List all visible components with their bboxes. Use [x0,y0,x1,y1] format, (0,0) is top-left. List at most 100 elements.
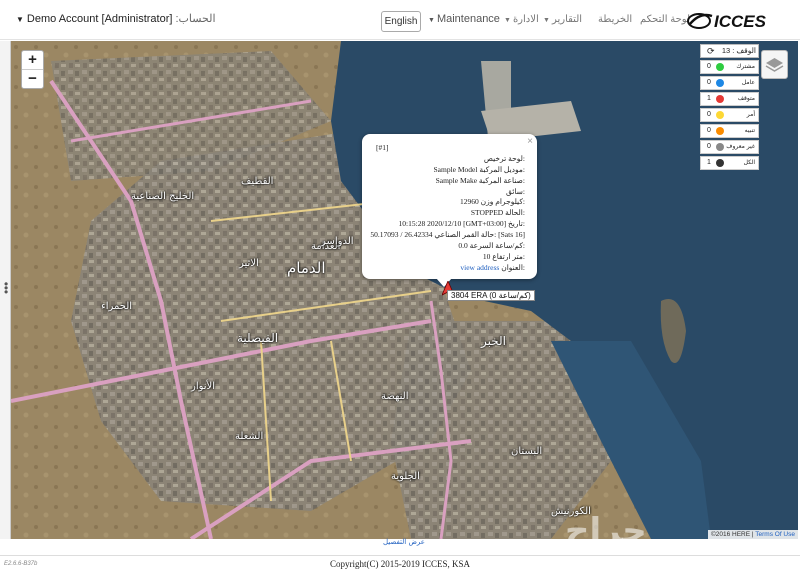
menu-reports[interactable]: ▼ التقارير [543,14,582,25]
popup-gps-label: حالة القمر الصناعي: [434,230,497,239]
status-count: 0 [707,111,711,118]
status-count: 0 [707,127,711,134]
status-row-working[interactable]: 0 عامل [700,76,759,90]
popup-altitude: 10 متر ارتفاع: [483,252,525,261]
satellite-map-background [11,41,798,539]
caret-down-icon: ▼ [428,17,435,24]
status-dot-icon [716,143,724,151]
place-label-nahda: النهضة [381,391,409,402]
status-row-alert[interactable]: 0 تنبيه [700,124,759,138]
status-label: غير معروف [726,143,755,150]
popup-make-value: Sample Make [435,176,478,185]
status-row-online[interactable]: 0 مشترك [700,60,759,74]
caret-down-icon: ▼ [16,15,24,24]
popup-sats: [Sats 16] [498,230,525,239]
popup-vehicle-id: [#1] [376,143,389,152]
place-label-khaleej: الخليج الصناعية [131,191,195,202]
status-row-stopped[interactable]: 1 متوقف [700,92,759,106]
footer-copyright: Copyright(C) 2015-2019 ICCES, KSA [329,559,470,569]
place-label-bustan: البستان [511,446,543,457]
menu-maintenance-label: Maintenance [436,13,500,25]
status-dot-icon [716,127,724,135]
popup-status-label: الحالة: [505,208,525,217]
menu-reports-label: التقارير [551,14,583,25]
popup-driver: سائق: [505,187,525,196]
status-total: الوقف : 13 [721,46,756,55]
popup-address-label: العنوان: [501,263,525,272]
place-label-dammam: الدمام [287,259,326,277]
status-row-all[interactable]: 1 الكل [700,156,759,170]
status-row-unknown[interactable]: 0 غير معروف [700,140,759,154]
popup-date-value: 10:15:28 2020/12/10 [GMT+03:00] [398,219,507,228]
popup-model-value: Sample Model [433,165,478,174]
details-link[interactable]: عرض التفصيل [383,538,425,546]
place-label-jalawiyah: الجلوية [391,471,420,482]
popup-coords: 50.17093 / 26.42334 [370,230,433,239]
haraj-watermark: حراج [565,511,649,551]
status-count: 1 [707,95,711,102]
close-icon[interactable]: × [527,136,533,147]
globe-icon [716,159,724,167]
status-panel-header: ⟳ الوقف : 13 [700,44,759,58]
language-button[interactable]: English [381,11,421,32]
status-row-command[interactable]: 0 أمر [700,108,759,122]
refresh-icon[interactable]: ⟳ [707,45,715,57]
status-dot-icon [716,111,724,119]
status-count: 1 [707,159,711,166]
popup-status-value: STOPPED [470,208,504,217]
status-dot-icon [716,63,724,71]
place-label-ramadan: الاثير [239,258,259,269]
zoom-out-button[interactable]: − [22,69,43,88]
terms-of-use-link[interactable]: Terms Of Use [755,531,795,538]
footer-divider [0,555,800,556]
popup-status: STOPPED الحالة: [471,208,525,217]
logo-text: ICCES [714,12,767,31]
menu-dashboard[interactable]: لوحة التحكم [640,14,690,25]
popup-date-label: تاريخ: [507,219,525,228]
place-label-khobar: الخبر [481,334,506,348]
popup-model-label: موديل المركبة: [479,165,525,174]
status-label: الكل [743,159,755,166]
popup-model: Sample Model موديل المركبة: [434,165,526,174]
zoom-in-button[interactable]: + [22,51,43,69]
layers-icon[interactable] [761,50,788,79]
popup-date: 10:15:28 2020/12/10 [GMT+03:00] تاريخ: [399,219,525,228]
status-label: أمر [746,111,755,118]
vehicle-info-popup: × [#1] لوحة ترخيص: Sample Model موديل ال… [362,134,537,287]
account-name: Demo Account [Administrator] [26,13,173,25]
caret-down-icon: ▼ [543,17,550,24]
popup-plate: لوحة ترخيص: [483,154,525,163]
popup-make: Sample Make صناعة المركبة: [436,176,525,185]
popup-gps: 50.17093 / 26.42334 حالة القمر الصناعي: … [370,230,525,239]
attribution-text: ©2016 HERE | [710,531,756,538]
zoom-control: + − [21,50,44,89]
vehicle-label[interactable]: 3804 ERA (0 كم/ساعة) [447,290,535,301]
status-label: متوقف [737,95,755,102]
status-label: مشترك [736,63,755,70]
status-count: 0 [707,63,711,70]
status-dot-icon [716,79,724,87]
top-navbar: ▼ Demo Account [Administrator]:الحساب Eng… [0,0,800,40]
popup-make-label: صناعة المركبة: [478,176,525,185]
map-attribution: ©2016 HERE | Terms Of Use [707,530,798,539]
menu-admin[interactable]: ▼ الادارة [504,14,539,25]
status-dot-icon [716,95,724,103]
map-view[interactable]: + − الدمام الخبر القطيف الاثير الجلوية ا… [11,41,798,539]
place-label-hamra: الحمراء [101,301,133,312]
place-label-qatif: القطيف [241,176,274,187]
menu-maintenance[interactable]: ▼ Maintenance [428,13,500,25]
status-label: عامل [741,79,755,86]
account-label: :الحساب [175,13,216,25]
menu-map[interactable]: الخريطة [598,14,632,25]
vehicle-status-panel: ⟳ الوقف : 13 0 مشترك 0 عامل 1 متوقف 0 أمر 0 ت… [700,44,759,172]
icces-logo[interactable]: ICCES [686,8,786,32]
drag-handle-icon[interactable]: • • • [4,278,8,298]
caret-down-icon: ▼ [504,17,511,24]
popup-address: view address العنوان: [460,263,525,272]
place-label-shula: الشعلة [235,431,264,442]
view-address-link[interactable]: view address [460,263,499,272]
account-menu[interactable]: ▼ Demo Account [Administrator]:الحساب [16,12,216,25]
popup-weight: 12960 كيلوجرام وزن: [460,197,525,206]
status-label: تنبيه [744,127,755,134]
status-count: 0 [707,79,711,86]
